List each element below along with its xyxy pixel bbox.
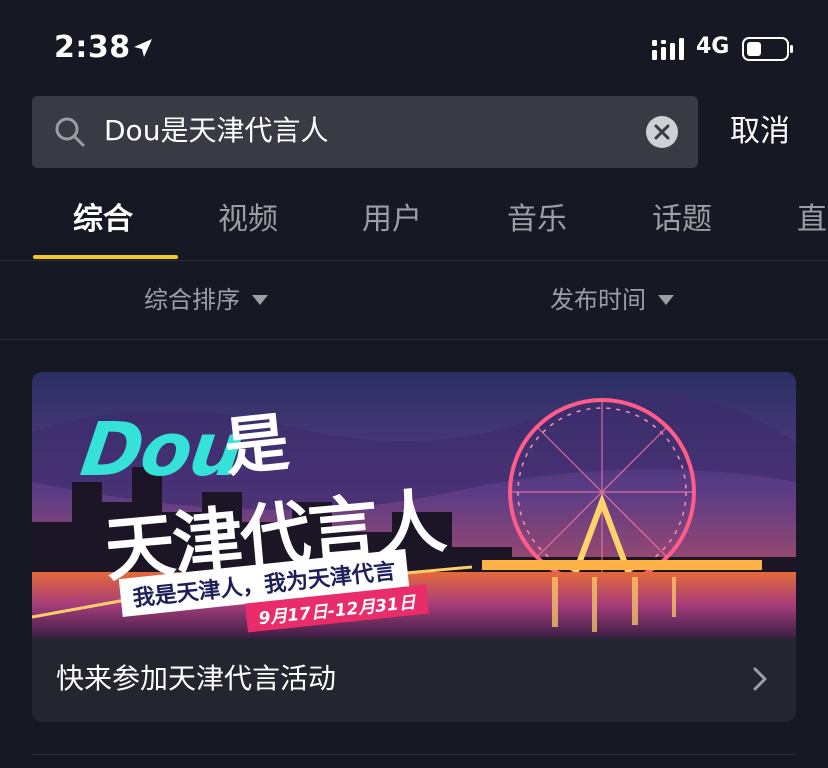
- search-box[interactable]: Dou是天津代言人: [32, 96, 698, 168]
- list-divider: [32, 754, 796, 755]
- location-arrow-icon: [134, 39, 152, 57]
- cancel-button[interactable]: 取消: [730, 113, 790, 151]
- tab-bar: 综合 视频 用户 音乐 话题 直: [0, 192, 828, 260]
- tab-comprehensive[interactable]: 综合: [73, 200, 133, 240]
- signal-icon: [652, 38, 684, 60]
- battery-icon: [742, 37, 793, 61]
- tab-music[interactable]: 音乐: [507, 200, 567, 240]
- card-title[interactable]: 快来参加天津代言活动: [56, 660, 336, 698]
- tab-topics[interactable]: 话题: [652, 200, 712, 240]
- activity-card[interactable]: Dou 是 天津代言人 我是天津人，我为天津代言 9月17日-12月31日 快来…: [32, 372, 796, 722]
- sort-filter-label: 综合排序: [144, 286, 240, 314]
- network-type: 4G: [696, 34, 730, 59]
- tab-video[interactable]: 视频: [218, 200, 278, 240]
- clear-icon[interactable]: [646, 116, 678, 148]
- chevron-right-icon[interactable]: [750, 664, 770, 694]
- search-input[interactable]: Dou是天津代言人: [104, 112, 328, 150]
- filters-divider: [0, 339, 828, 340]
- caret-down-icon: [252, 295, 268, 305]
- banner-title-line1: 是: [220, 405, 293, 487]
- active-tab-indicator: [33, 255, 178, 259]
- status-bar: 2:38 4G: [0, 0, 828, 96]
- time-filter[interactable]: 发布时间: [550, 283, 674, 317]
- sort-filter[interactable]: 综合排序: [144, 283, 268, 317]
- time-filter-label: 发布时间: [550, 286, 646, 314]
- search-icon: [55, 117, 85, 147]
- tab-users[interactable]: 用户: [362, 200, 422, 240]
- status-time: 2:38: [54, 30, 131, 65]
- tab-live[interactable]: 直: [797, 200, 827, 240]
- banner-image[interactable]: Dou 是 天津代言人 我是天津人，我为天津代言 9月17日-12月31日: [32, 372, 796, 638]
- caret-down-icon: [658, 295, 674, 305]
- tabs-divider: [0, 260, 828, 261]
